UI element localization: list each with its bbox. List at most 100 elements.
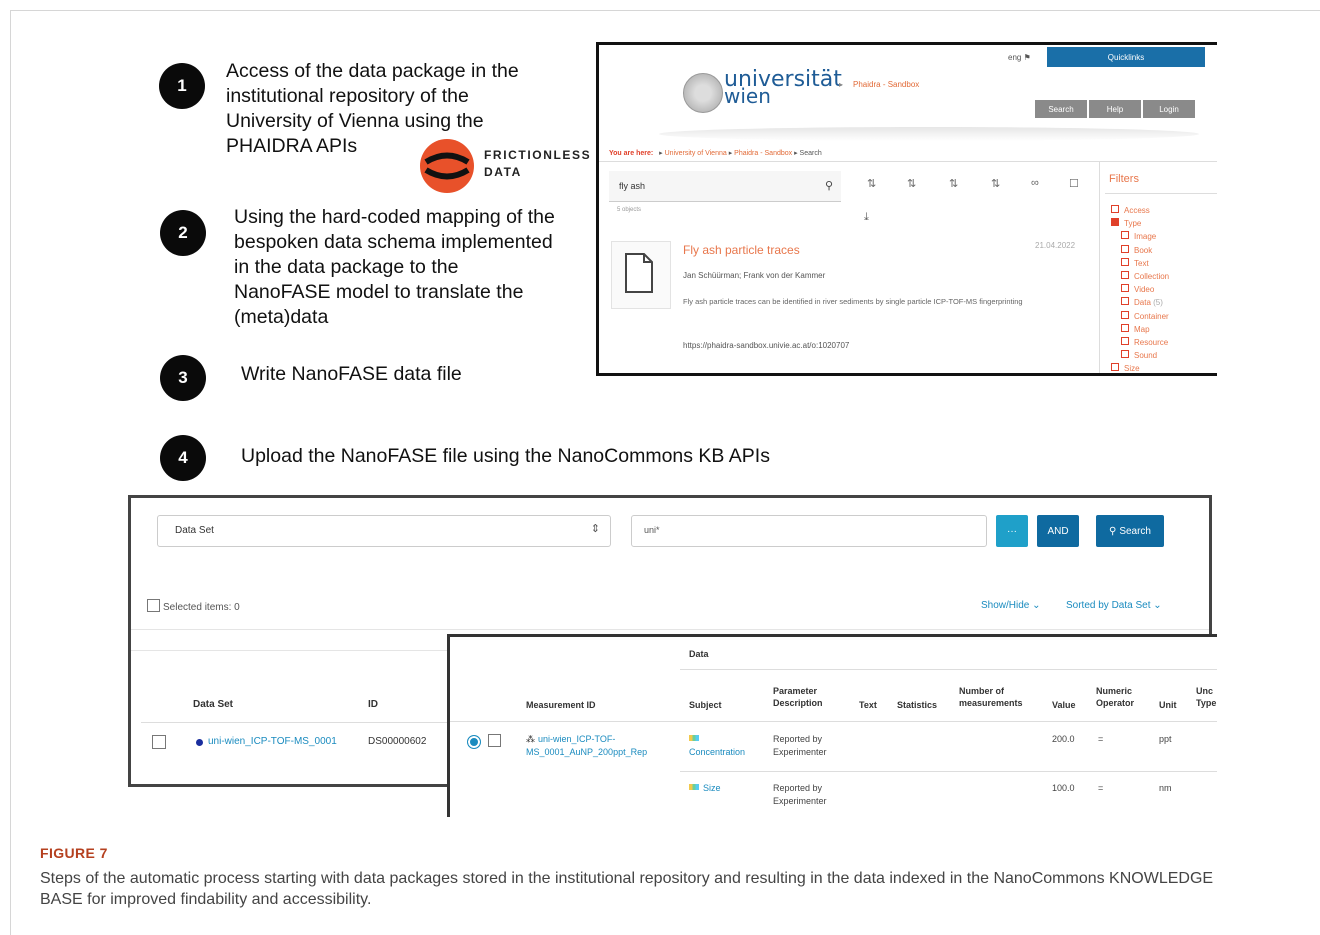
filter-access[interactable]: Access bbox=[1111, 205, 1150, 216]
row-rule bbox=[680, 771, 1217, 772]
filter-checkbox[interactable] bbox=[1121, 257, 1129, 266]
filter-label: Access bbox=[1124, 206, 1150, 215]
search-input[interactable]: fly ash ⚲ bbox=[609, 171, 841, 202]
divider bbox=[599, 161, 1217, 162]
chart-bars-icon bbox=[689, 784, 699, 790]
operator-cell: = bbox=[1098, 783, 1104, 793]
login-button[interactable]: Login bbox=[1143, 100, 1195, 118]
filter-label: Type bbox=[1124, 219, 1142, 229]
value-cell: 100.0 bbox=[1052, 783, 1075, 793]
kb-search-button[interactable]: ⚲ Search bbox=[1096, 515, 1164, 547]
filter-checkbox[interactable] bbox=[1111, 363, 1119, 372]
filter-book[interactable]: Book bbox=[1121, 244, 1152, 256]
frictionless-line1: FRICTIONLESS bbox=[484, 148, 592, 162]
filter-checkbox[interactable] bbox=[1121, 231, 1129, 240]
result-url[interactable]: https://phaidra-sandbox.univie.ac.at/o:1… bbox=[683, 341, 849, 350]
search-button[interactable]: Search bbox=[1035, 100, 1087, 118]
header-unit[interactable]: Unit bbox=[1159, 699, 1177, 711]
subject-concentration[interactable]: Concentration bbox=[689, 733, 745, 759]
header-value[interactable]: Value bbox=[1052, 699, 1076, 711]
header-subject[interactable]: Subject bbox=[689, 699, 722, 711]
result-title[interactable]: Fly ash particle traces bbox=[683, 243, 800, 257]
filters-divider bbox=[1099, 161, 1100, 373]
download-icon[interactable]: ⤓ bbox=[864, 211, 869, 224]
breadcrumb-university[interactable]: University of Vienna bbox=[665, 150, 727, 157]
sort-relevance-icon[interactable]: ⇅ bbox=[991, 177, 1000, 190]
breadcrumb-sandbox[interactable]: Phaidra - Sandbox bbox=[734, 150, 792, 157]
site-crumb[interactable]: ▸ Phaidra - Sandbox bbox=[839, 80, 919, 89]
filter-checkbox[interactable] bbox=[1121, 323, 1129, 332]
select-all-checkbox[interactable]: ☐ bbox=[1069, 177, 1079, 190]
filter-checkbox[interactable] bbox=[1121, 284, 1129, 293]
group-rule bbox=[680, 669, 1217, 670]
column-header-id[interactable]: ID bbox=[368, 699, 378, 710]
objects-count: 5 objects bbox=[617, 207, 642, 213]
sort-toggle[interactable]: Sorted by Data Set ⌄ bbox=[1066, 600, 1162, 611]
header-numeric-operator[interactable]: Numeric Operator bbox=[1096, 685, 1134, 709]
header-text[interactable]: Text bbox=[859, 699, 877, 711]
dataset-link[interactable]: uni-wien_ICP-TOF-MS_0001 bbox=[208, 736, 337, 747]
header-unc-type[interactable]: Unc Type bbox=[1196, 685, 1216, 709]
header-measurement-id[interactable]: Measurement ID bbox=[526, 699, 596, 711]
header-rule bbox=[450, 721, 1217, 722]
result-thumbnail[interactable] bbox=[611, 241, 671, 309]
show-hide-toggle[interactable]: Show/Hide ⌄ bbox=[981, 600, 1041, 611]
selected-items[interactable]: Selected items: 0 bbox=[147, 599, 240, 613]
select-arrows-icon: ⇕ bbox=[590, 523, 600, 535]
filter-checkbox[interactable] bbox=[1121, 244, 1129, 253]
frictionless-line2: DATA bbox=[484, 165, 522, 179]
university-logo[interactable]: universität wien bbox=[724, 69, 842, 107]
filter-checkbox[interactable] bbox=[1121, 271, 1129, 279]
search-icon[interactable]: ⚲ bbox=[825, 179, 833, 192]
row-checkbox[interactable] bbox=[152, 735, 166, 749]
filter-text[interactable]: Text bbox=[1121, 257, 1149, 269]
filter-resource[interactable]: Resource bbox=[1121, 337, 1168, 348]
filter-checkbox[interactable] bbox=[1111, 218, 1119, 227]
filter-label: Resource bbox=[1134, 338, 1169, 347]
filter-count: (5) bbox=[1150, 298, 1163, 308]
header-number-of-measurements[interactable]: Number of measurements bbox=[959, 685, 1023, 709]
header-parameter-description[interactable]: Parameter Description bbox=[773, 685, 823, 709]
filter-checkbox[interactable] bbox=[1121, 337, 1129, 345]
filter-container[interactable]: Container bbox=[1121, 310, 1169, 322]
measurement-id-link[interactable]: ⁂ uni-wien_ICP-TOF- MS_0001_AuNP_200ppt_R… bbox=[526, 733, 647, 759]
sort-size-icon[interactable]: ⇅ bbox=[949, 177, 958, 190]
parameter-description: Reported by Experimenter bbox=[773, 783, 827, 806]
filter-map[interactable]: Map bbox=[1121, 323, 1150, 335]
subject-size[interactable]: Size bbox=[689, 782, 721, 795]
group-header-data: Data bbox=[689, 649, 709, 659]
sort-date-icon[interactable]: ⇅ bbox=[907, 177, 916, 190]
step-3-badge: 3 bbox=[160, 355, 206, 401]
filter-type[interactable]: Type bbox=[1111, 218, 1141, 229]
language-switch[interactable]: eng ⚑ bbox=[1008, 53, 1031, 62]
row-checkbox[interactable] bbox=[488, 734, 501, 747]
select-all-checkbox[interactable] bbox=[147, 599, 160, 612]
help-button[interactable]: Help bbox=[1089, 100, 1141, 118]
filter-checkbox[interactable] bbox=[1121, 297, 1129, 306]
sort-title-icon[interactable]: ⇅ bbox=[867, 177, 876, 190]
dataset-type-select[interactable]: Data Set ⇕ bbox=[157, 515, 611, 547]
filter-checkbox[interactable] bbox=[1121, 310, 1129, 319]
kb-search-input[interactable]: uni* bbox=[631, 515, 987, 547]
filter-checkbox[interactable] bbox=[1111, 205, 1119, 213]
document-icon bbox=[625, 253, 653, 293]
step-3-text: Write NanoFASE data file bbox=[241, 363, 462, 385]
step-1-badge: 1 bbox=[159, 63, 205, 109]
column-header-dataset[interactable]: Data Set bbox=[193, 699, 233, 710]
header-statistics[interactable]: Statistics bbox=[897, 699, 937, 711]
filter-sound[interactable]: Sound bbox=[1121, 350, 1157, 361]
filter-image[interactable]: Image bbox=[1121, 231, 1156, 242]
row-radio[interactable] bbox=[467, 735, 481, 749]
frictionless-wordmark: FRICTIONLESS DATA bbox=[484, 147, 591, 181]
frictionless-logo-icon bbox=[420, 139, 474, 193]
filter-checkbox[interactable] bbox=[1121, 350, 1129, 359]
link-icon[interactable]: ∞ bbox=[1031, 177, 1039, 189]
filter-video[interactable]: Video bbox=[1121, 284, 1154, 295]
and-button[interactable]: AND bbox=[1037, 515, 1079, 547]
filter-size[interactable]: Size bbox=[1111, 363, 1140, 373]
header-shadow bbox=[659, 127, 1199, 141]
more-button[interactable]: ··· bbox=[996, 515, 1028, 547]
quicklinks-button[interactable]: Quicklinks bbox=[1047, 47, 1205, 67]
filter-data[interactable]: Data (5) bbox=[1121, 297, 1163, 308]
filter-collection[interactable]: Collection bbox=[1121, 271, 1169, 282]
